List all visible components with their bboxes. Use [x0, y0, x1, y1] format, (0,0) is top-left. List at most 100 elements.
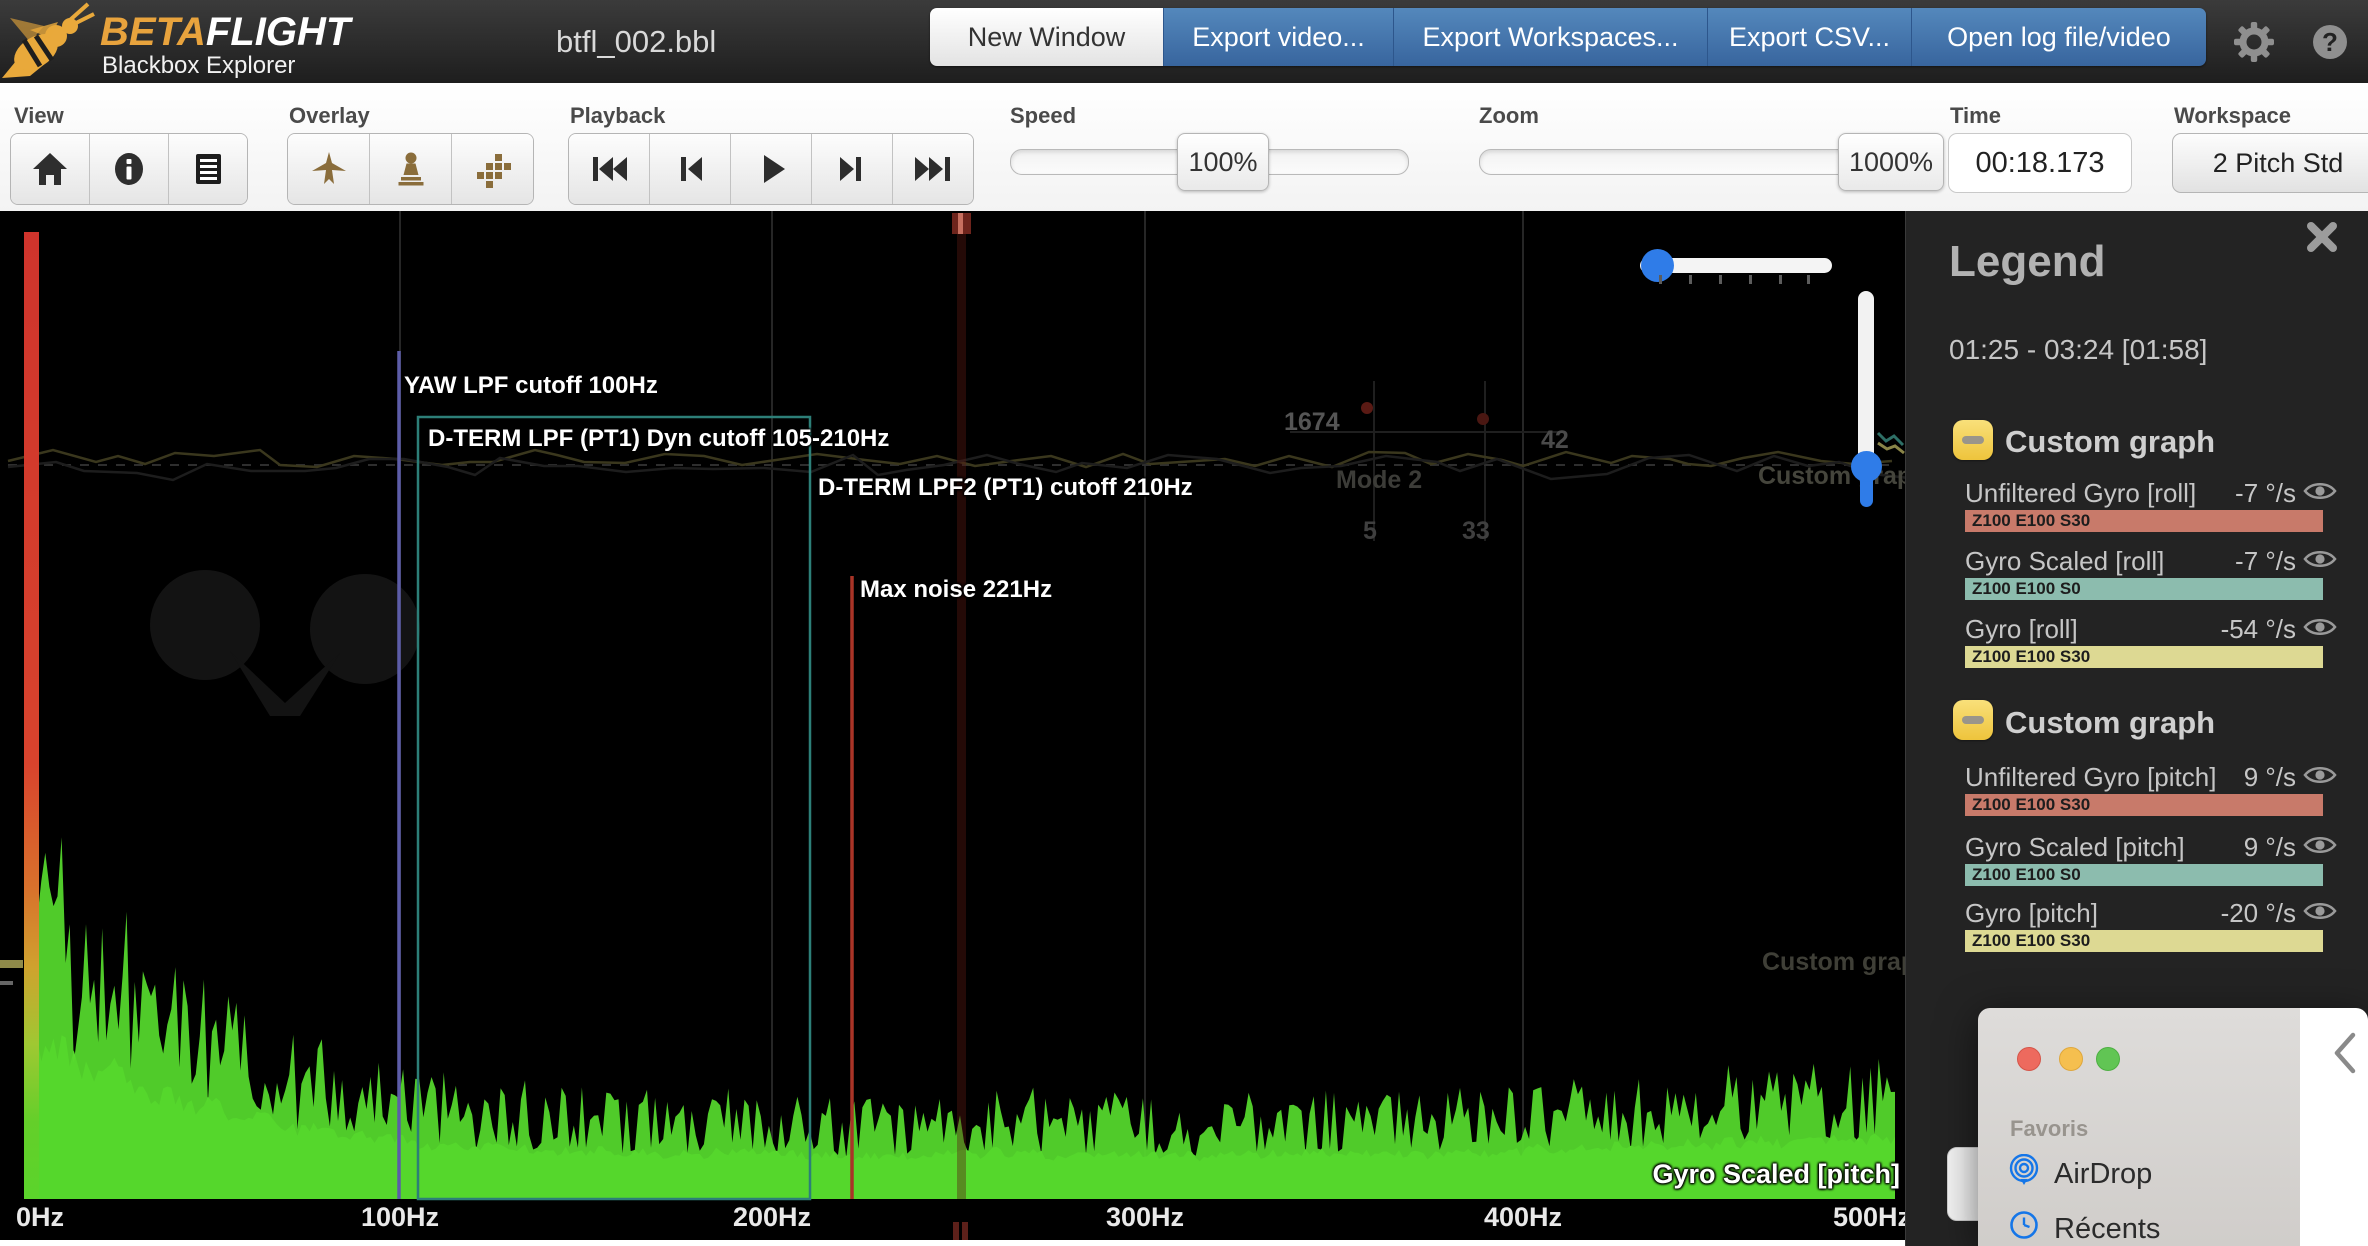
bottom-strip	[0, 1240, 1905, 1246]
export-workspaces-button[interactable]: Export Workspaces...	[1393, 8, 1707, 66]
speed-slider-thumb[interactable]: 100%	[1177, 133, 1269, 191]
left-margin-tick	[0, 960, 23, 968]
finder-window: Favoris AirDrop Récents	[1978, 1008, 2368, 1246]
home-view-button[interactable]	[11, 134, 90, 204]
axis-tick-500hz: 500Hz	[1832, 1202, 1905, 1232]
axis-tick-0hz: 0Hz	[16, 1202, 65, 1232]
settings-gear-icon[interactable]	[2234, 22, 2274, 62]
header-bar: BETAFLIGHT Blackbox Explorer btfl_002.bb…	[0, 0, 2368, 83]
field-name: Gyro Scaled [roll]	[1965, 546, 2165, 576]
svg-text:?: ?	[2322, 27, 2338, 57]
list-icon	[196, 154, 221, 184]
curve-expo-tag[interactable]: Z100 E100 S30	[1965, 930, 2323, 952]
sticks-overlay-button[interactable]	[370, 134, 452, 204]
field-name: Unfiltered Gyro [roll]	[1965, 478, 2197, 508]
field-name: Gyro [pitch]	[1965, 898, 2098, 928]
faint-overlay-marks	[1290, 381, 1905, 541]
header-button-group: New Window Export video... Export Worksp…	[930, 8, 2206, 66]
skip-start-icon	[593, 157, 627, 181]
workspace-select[interactable]: 2 Pitch Std	[2172, 133, 2368, 193]
series-label: Gyro Scaled [pitch]	[1652, 1159, 1900, 1189]
eye-icon[interactable]	[2303, 548, 2337, 572]
playback-button-group	[568, 133, 974, 205]
chevron-left-icon[interactable]	[2330, 1030, 2360, 1076]
workspace-group-label: Workspace	[2174, 103, 2291, 128]
curve-expo-tag[interactable]: Z100 E100 S0	[1965, 864, 2323, 886]
airdrop-icon	[2009, 1154, 2039, 1185]
eye-icon[interactable]	[2303, 834, 2337, 858]
zoom-slider-thumb[interactable]: 1000%	[1838, 133, 1944, 191]
zoom-group-label: Zoom	[1479, 103, 1539, 128]
legend-entry: Unfiltered Gyro [pitch] 9 °/s Z100 E100 S…	[1965, 762, 2337, 816]
log-list-view-button[interactable]	[169, 134, 247, 204]
curve-expo-tag[interactable]: Z100 E100 S0	[1965, 578, 2323, 600]
h-slider-tick	[1749, 275, 1752, 284]
overlay-h-slider-thumb[interactable]	[1641, 249, 1674, 282]
legend-title: Legend	[1949, 237, 2106, 286]
field-value: 9 °/s	[2243, 762, 2296, 792]
curve-expo-tag[interactable]: Z100 E100 S30	[1965, 794, 2323, 816]
play-button[interactable]	[731, 134, 812, 204]
new-window-button[interactable]: New Window	[930, 8, 1163, 66]
brand-title: BETAFLIGHT	[100, 10, 351, 54]
axis-tick-300hz: 300Hz	[1105, 1202, 1185, 1232]
curve-expo-tag[interactable]: Z100 E100 S30	[1965, 646, 2323, 668]
eye-icon[interactable]	[2303, 764, 2337, 788]
info-view-button[interactable]	[90, 134, 169, 204]
minimize-window-button[interactable]	[2059, 1047, 2083, 1071]
quad-silhouette	[150, 570, 420, 716]
export-video-button[interactable]: Export video...	[1163, 8, 1393, 66]
eye-icon[interactable]	[2303, 900, 2337, 924]
view-group-label: View	[14, 103, 64, 128]
legend-entry: Unfiltered Gyro [roll] -7 °/s Z100 E100 S…	[1965, 478, 2337, 532]
overlay-group-label: Overlay	[289, 103, 370, 128]
minus-icon	[1962, 436, 1984, 444]
step-forward-icon	[840, 157, 861, 181]
maximize-window-button[interactable]	[2096, 1047, 2120, 1071]
faint-custom-graph-1: Custom graph	[1758, 462, 1905, 490]
finder-item-recents[interactable]: Récents	[2054, 1213, 2160, 1246]
brand-subtitle: Blackbox Explorer	[102, 52, 296, 79]
field-name: Gyro [roll]	[1965, 614, 2078, 644]
field-value: -54 °/s	[2220, 614, 2296, 644]
faint-readout-33: 33	[1462, 517, 1490, 545]
skip-to-start-button[interactable]	[569, 134, 650, 204]
h-slider-tick	[1659, 275, 1662, 284]
help-icon[interactable]: ?	[2310, 22, 2350, 62]
spectrum-canvas	[0, 211, 1905, 1240]
plane-icon	[311, 152, 346, 184]
curve-expo-tag[interactable]: Z100 E100 S30	[1965, 510, 2323, 532]
craft-overlay-button[interactable]	[288, 134, 370, 204]
step-back-icon	[681, 157, 702, 181]
skip-to-end-button[interactable]	[893, 134, 973, 204]
axis-tick-200hz: 200Hz	[732, 1202, 812, 1232]
h-slider-tick	[1719, 275, 1722, 284]
log-filename: btfl_002.bbl	[556, 24, 717, 59]
step-back-button[interactable]	[650, 134, 731, 204]
step-forward-button[interactable]	[812, 134, 893, 204]
field-value: -7 °/s	[2235, 546, 2296, 576]
field-name: Gyro Scaled [pitch]	[1965, 832, 2185, 862]
skip-end-icon	[915, 157, 950, 181]
time-group-label: Time	[1950, 103, 2001, 128]
eye-icon[interactable]	[2303, 616, 2337, 640]
spectrum-chart[interactable]: YAW LPF cutoff 100Hz D-TERM LPF (PT1) Dy…	[0, 211, 1905, 1240]
overlay-v-slider-thumb[interactable]	[1851, 451, 1882, 482]
open-log-button[interactable]: Open log file/video	[1911, 8, 2206, 66]
faint-readout-5: 5	[1363, 517, 1377, 545]
close-window-button[interactable]	[2017, 1047, 2041, 1071]
collapse-group-button[interactable]	[1953, 700, 1993, 740]
play-icon	[764, 155, 785, 183]
view-button-group	[10, 133, 248, 205]
close-icon[interactable]	[2304, 219, 2340, 255]
playhead-marker	[952, 213, 971, 1240]
eye-icon[interactable]	[2303, 480, 2337, 504]
faint-mode-label: Mode 2	[1336, 466, 1423, 494]
export-csv-button[interactable]: Export CSV...	[1707, 8, 1911, 66]
analyser-overlay-button[interactable]	[452, 134, 533, 204]
time-input[interactable]: 00:18.173	[1948, 133, 2132, 193]
finder-sidebar: Favoris AirDrop Récents	[1978, 1008, 2300, 1246]
finder-item-airdrop[interactable]: AirDrop	[2054, 1158, 2152, 1191]
collapse-group-button[interactable]	[1953, 420, 1993, 460]
speed-group-label: Speed	[1010, 103, 1077, 128]
